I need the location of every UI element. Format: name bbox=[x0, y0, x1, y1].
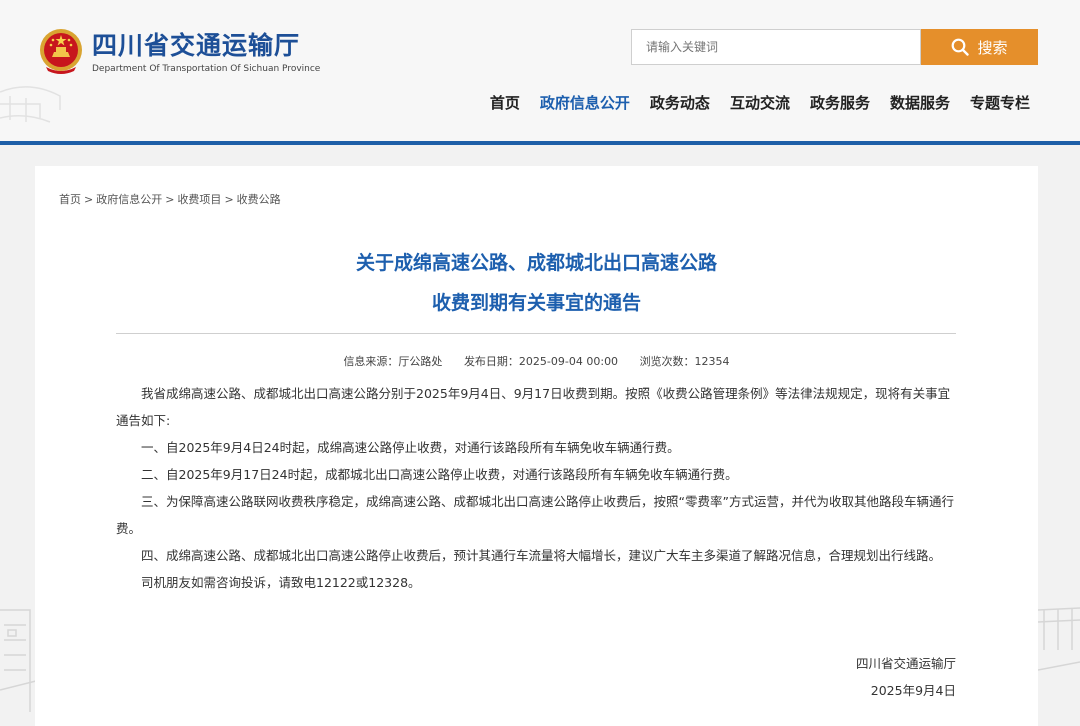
breadcrumb: 首页 > 政府信息公开 > 收费项目 > 收费公路 bbox=[59, 191, 281, 207]
article-card: 首页 > 政府信息公开 > 收费项目 > 收费公路 关于成绵高速公路、成都城北出口高速公路 … bbox=[35, 166, 1038, 726]
article-meta: 信息来源：厅公路处 发布日期：2025-09-04 00:00 浏览次数：123… bbox=[35, 353, 1038, 369]
meta-date: 发布日期：2025-09-04 00:00 bbox=[463, 355, 619, 368]
article-paragraph: 四、成绵高速公路、成都城北出口高速公路停止收费后，预计其通行车流量将大幅增长，建… bbox=[141, 548, 942, 563]
article-paragraph: 三、为保障高速公路联网收费秩序稳定，成绵高速公路、成都城北出口高速公路停止收费后… bbox=[116, 494, 954, 536]
breadcrumb-toll-roads[interactable]: 收费公路 bbox=[237, 193, 281, 206]
breadcrumb-home[interactable]: 首页 bbox=[59, 193, 81, 206]
search-button[interactable]: 搜索 bbox=[921, 29, 1038, 65]
signature-date: 2025年9月4日 bbox=[870, 683, 956, 698]
nav-item-home[interactable]: 首页 bbox=[490, 92, 520, 113]
nav-item-interaction[interactable]: 互动交流 bbox=[730, 92, 790, 113]
meta-source: 信息来源：厅公路处 bbox=[343, 355, 443, 368]
meta-views: 浏览次数：12354 bbox=[639, 355, 730, 368]
breadcrumb-separator: > bbox=[84, 193, 94, 206]
site-header: 四川省交通运输厅 Department Of Transportation Of… bbox=[0, 0, 1080, 141]
nav-item-data[interactable]: 数据服务 bbox=[890, 92, 950, 113]
breadcrumb-gov-info[interactable]: 政府信息公开 bbox=[96, 193, 162, 206]
header-divider bbox=[0, 141, 1080, 145]
building-decoration bbox=[0, 609, 40, 712]
article-title-line-2: 收费到期有关事宜的通告 bbox=[431, 292, 641, 314]
breadcrumb-separator: > bbox=[224, 193, 234, 206]
article-paragraph: 一、自2025年9月4日24时起，成绵高速公路停止收费，对通行该路段所有车辆免收… bbox=[141, 440, 680, 455]
site-title[interactable]: 四川省交通运输厅 bbox=[92, 26, 300, 62]
site-subtitle: Department Of Transportation Of Sichuan … bbox=[92, 64, 321, 74]
article-title-line-1: 关于成绵高速公路、成都城北出口高速公路 bbox=[355, 252, 717, 274]
search-button-label: 搜索 bbox=[977, 39, 1008, 57]
nav-item-topics[interactable]: 专题专栏 bbox=[970, 92, 1030, 113]
article-paragraph: 司机朋友如需咨询投诉，请致电12122或12328。 bbox=[141, 575, 421, 590]
article-body: 我省成绵高速公路、成都城北出口高速公路分别于2025年9月4日、9月17日收费到… bbox=[116, 380, 958, 596]
title-divider bbox=[116, 333, 956, 334]
nav-item-gov-info[interactable]: 政府信息公开 bbox=[540, 92, 630, 113]
search-input[interactable] bbox=[631, 29, 921, 65]
main-nav: 首页 政府信息公开 政务动态 互动交流 政务服务 数据服务 专题专栏 bbox=[490, 92, 1030, 113]
breadcrumb-toll-items[interactable]: 收费项目 bbox=[177, 193, 221, 206]
nav-item-services[interactable]: 政务服务 bbox=[810, 92, 870, 113]
nav-item-news[interactable]: 政务动态 bbox=[650, 92, 710, 113]
signature-organization: 四川省交通运输厅 bbox=[855, 656, 956, 671]
article-paragraph: 二、自2025年9月17日24时起，成都城北出口高速公路停止收费，对通行该路段所… bbox=[141, 467, 738, 482]
article-paragraph: 我省成绵高速公路、成都城北出口高速公路分别于2025年9月4日、9月17日收费到… bbox=[116, 386, 951, 428]
national-emblem-icon bbox=[40, 29, 82, 74]
search-icon bbox=[952, 38, 970, 56]
breadcrumb-separator: > bbox=[165, 193, 175, 206]
bridge-decoration bbox=[1038, 607, 1080, 671]
